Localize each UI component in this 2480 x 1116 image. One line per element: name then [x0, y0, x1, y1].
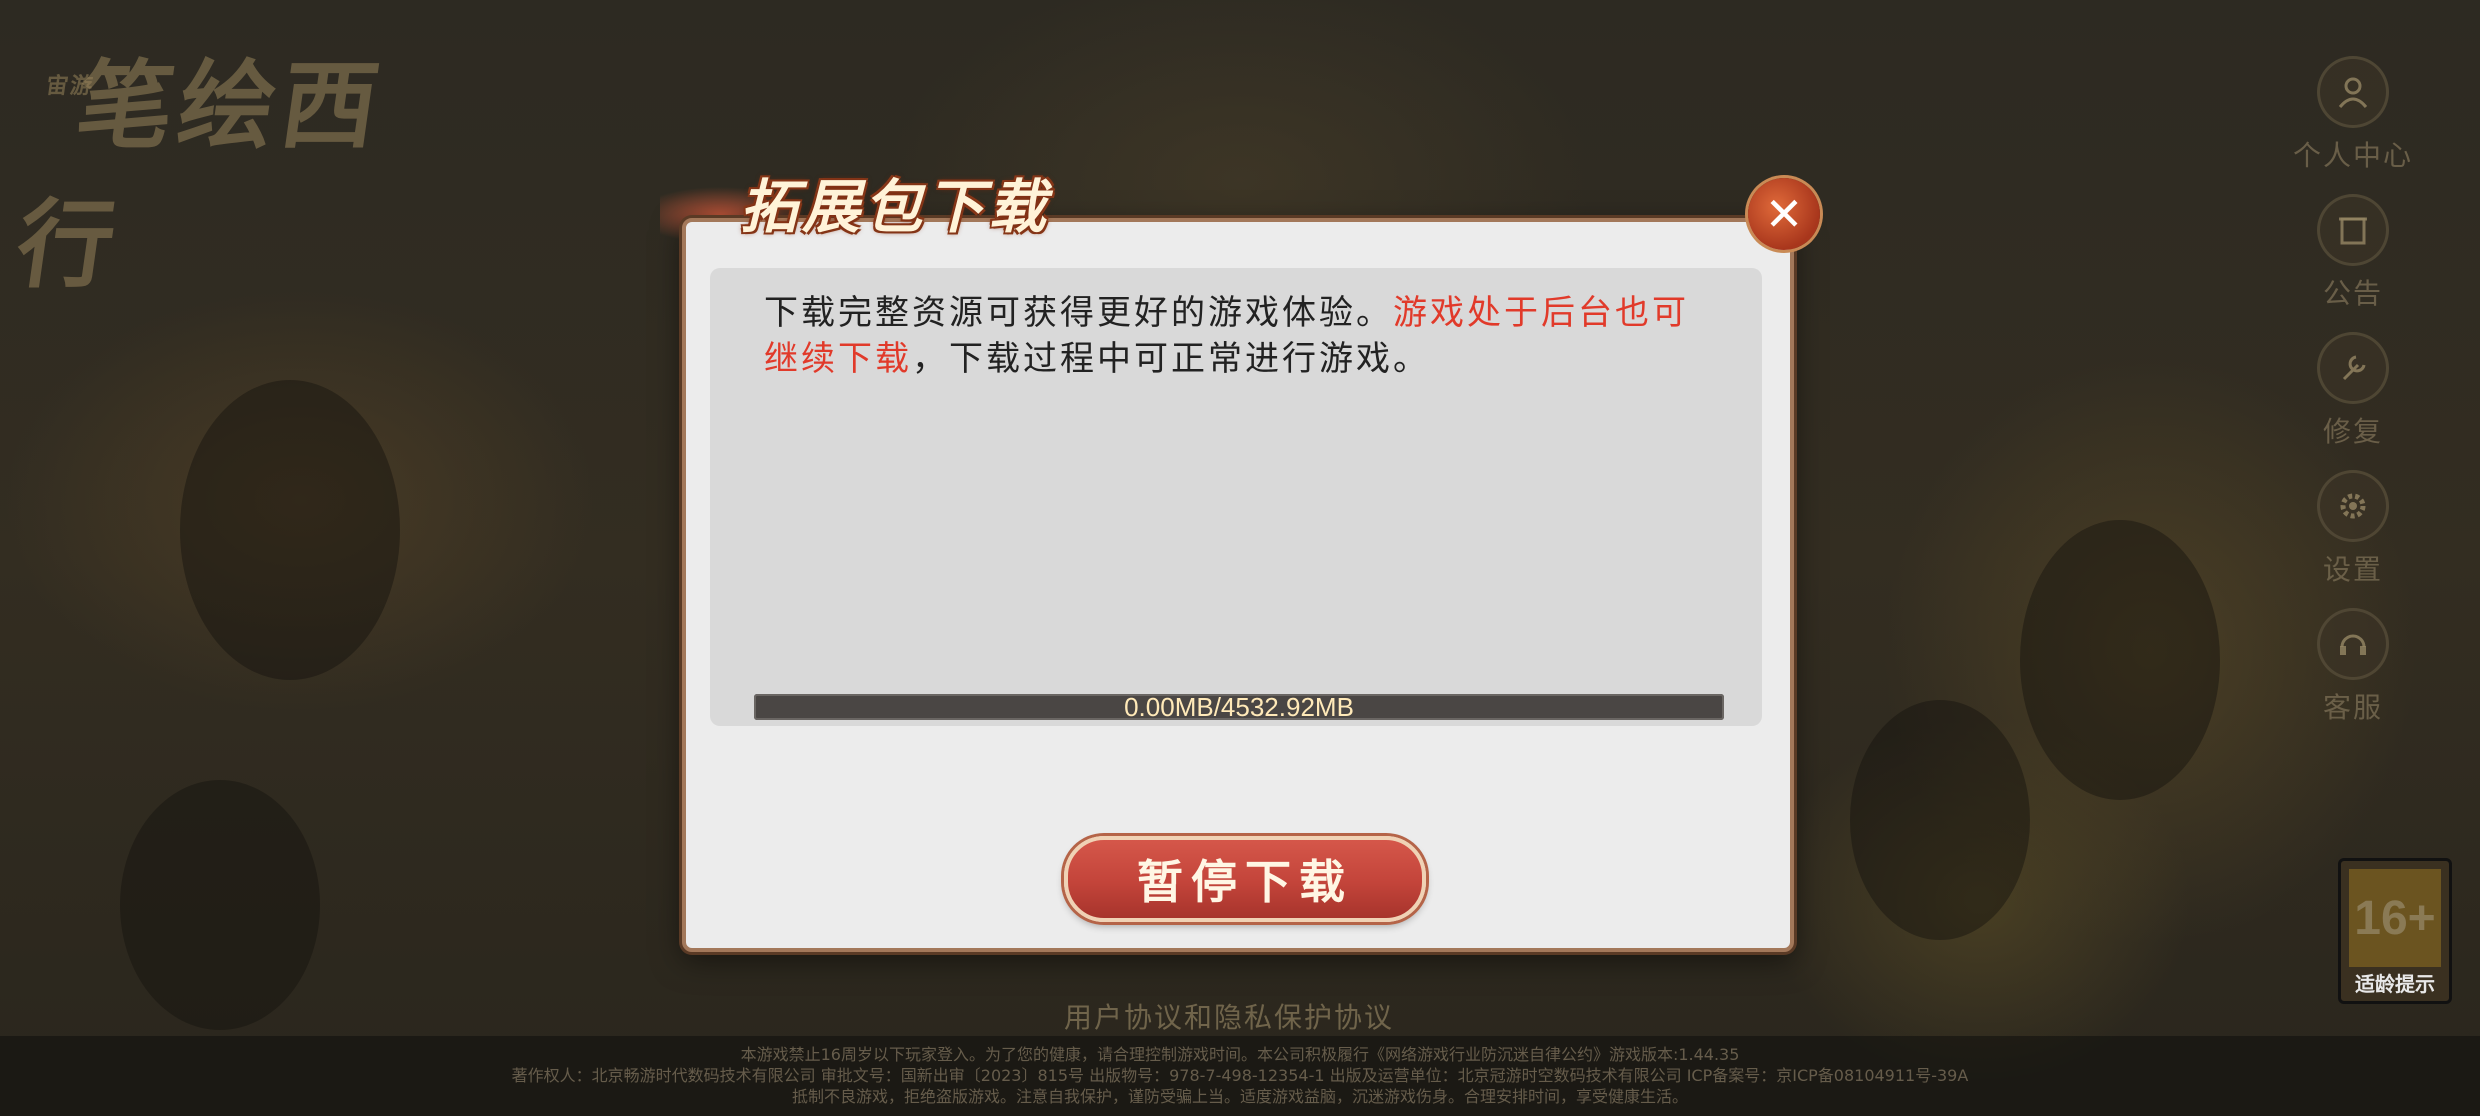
headset-icon — [2317, 608, 2389, 680]
person-icon — [2317, 56, 2389, 128]
age-rating-badge[interactable]: 16+ 适龄提示 — [2338, 858, 2452, 1004]
age-rating-label: 适龄提示 — [2355, 972, 2435, 996]
download-description: 下载完整资源可获得更好的游戏体验。游戏处于后台也可继续下载，下载过程中可正常进行… — [764, 290, 1724, 382]
side-item-label: 公告 — [2322, 277, 2383, 310]
description-text: 下载完整资源可获得更好的游戏体验。 — [764, 293, 1393, 333]
download-progress-bar: 0.00MB/4532.92MB — [754, 692, 1724, 722]
dialog-title: 拓展包下载 — [740, 173, 1051, 241]
footer-line: 著作权人：北京畅游时代数码技术有限公司 审批文号：国新出审〔2023〕815号 … — [511, 1066, 1969, 1085]
background-figure — [1850, 700, 2030, 940]
pause-download-button[interactable]: 暂停下载 — [1064, 836, 1426, 922]
background-figure — [120, 780, 320, 1030]
side-item-label: 个人中心 — [2292, 139, 2413, 172]
footer-line: 本游戏禁止16周岁以下玩家登入。为了您的健康，请合理控制游戏时间。本公司积极履行… — [740, 1045, 1740, 1064]
gear-icon — [2317, 470, 2389, 542]
progress-text: 0.00MB/4532.92MB — [1124, 692, 1354, 722]
notice-icon — [2317, 194, 2389, 266]
game-logo: 宙游 笔绘西行 — [10, 28, 469, 301]
side-item-support[interactable]: 客服 — [2278, 608, 2428, 746]
side-item-label: 修复 — [2322, 415, 2383, 448]
side-item-notice[interactable]: 公告 — [2278, 194, 2428, 332]
download-dialog: 下载完整资源可获得更好的游戏体验。游戏处于后台也可继续下载，下载过程中可正常进行… — [682, 218, 1794, 952]
side-item-settings[interactable]: 设置 — [2278, 470, 2428, 608]
close-button[interactable]: ✕ — [1748, 178, 1820, 250]
agreement-link[interactable]: 用户协议和隐私保护协议 — [1064, 996, 1394, 1036]
side-item-label: 客服 — [2322, 691, 2383, 724]
background-figure — [180, 380, 400, 680]
age-rating-number: 16+ — [2349, 869, 2441, 967]
footer-notice: 本游戏禁止16周岁以下玩家登入。为了您的健康，请合理控制游戏时间。本公司积极履行… — [0, 1036, 2480, 1116]
content-panel: 下载完整资源可获得更好的游戏体验。游戏处于后台也可继续下载，下载过程中可正常进行… — [710, 268, 1762, 726]
description-text: ，下载过程中可正常进行游戏。 — [912, 339, 1430, 379]
side-item-repair[interactable]: 修复 — [2278, 332, 2428, 470]
side-menu: 个人中心 公告 修复 设置 客服 — [2278, 56, 2428, 746]
wrench-icon — [2317, 332, 2389, 404]
close-icon: ✕ — [1764, 187, 1804, 241]
side-item-profile[interactable]: 个人中心 — [2278, 56, 2428, 194]
side-item-label: 设置 — [2322, 553, 2383, 586]
footer-line: 抵制不良游戏，拒绝盗版游戏。注意自我保护，谨防受骗上当。适度游戏益脑，沉迷游戏伤… — [791, 1087, 1688, 1106]
background-figure — [2020, 520, 2220, 800]
logo-small-text: 宙游 — [44, 73, 97, 99]
